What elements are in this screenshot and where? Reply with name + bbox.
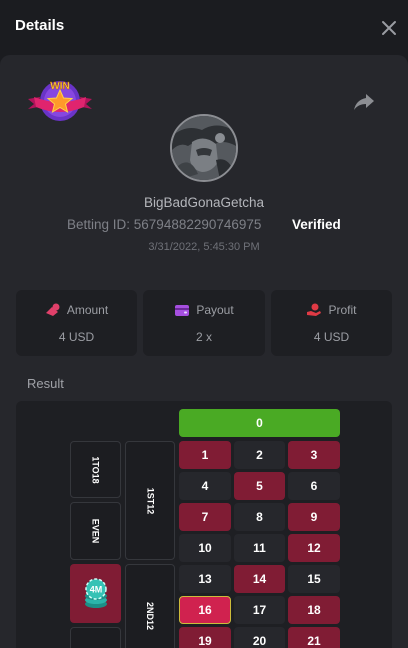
win-badge-icon: WIN xyxy=(26,77,94,125)
number-cell-3: 3 xyxy=(288,441,340,469)
roulette-board: 0 1TO18 EVEN 4M 1ST12 2ND12 1 2 3 4 5 6 7 8 9 10 1… xyxy=(16,401,392,648)
chip-stack-icon: 4M xyxy=(84,577,107,608)
number-cell-16: 16 xyxy=(179,596,231,624)
stat-payout-value: 2 x xyxy=(195,330,212,344)
close-icon[interactable] xyxy=(378,17,400,39)
chip-label: 4M xyxy=(89,584,102,594)
dozen-1st12: 1ST12 xyxy=(125,441,175,560)
number-cell-11: 11 xyxy=(234,534,285,562)
number-cell-4: 4 xyxy=(179,472,231,500)
number-cell-5: 5 xyxy=(234,472,285,500)
bet-timestamp: 3/31/2022, 5:45:30 PM xyxy=(148,241,260,253)
outside-bet-empty xyxy=(70,627,121,648)
stat-profit-value: 4 USD xyxy=(313,330,350,344)
number-cell-8: 8 xyxy=(234,503,285,531)
verified-label: Verified xyxy=(292,217,341,232)
dozen-2nd12: 2ND12 xyxy=(125,564,175,648)
stat-amount-label: Amount xyxy=(66,303,109,317)
number-cell-7: 7 xyxy=(179,503,231,531)
chips-icon xyxy=(45,303,60,316)
details-header: Details xyxy=(0,0,408,55)
betting-id: Betting ID: 56794882290746975 xyxy=(67,217,262,232)
username: BigBadGonaGetcha xyxy=(143,195,265,210)
result-heading: Result xyxy=(27,376,64,391)
outside-bet-1to18-label: 1TO18 xyxy=(90,455,101,484)
dozen-2nd12-label: 2ND12 xyxy=(144,601,155,630)
stat-profit-label: Profit xyxy=(328,303,357,317)
outside-bet-chip-cell: 4M xyxy=(70,564,121,623)
stat-card-amount: Amount 4 USD xyxy=(16,290,137,356)
number-cell-15: 15 xyxy=(288,565,340,593)
number-cell-10: 10 xyxy=(179,534,231,562)
number-cell-13: 13 xyxy=(179,565,231,593)
dozen-1st12-label: 1ST12 xyxy=(145,487,155,514)
number-cell-9: 9 xyxy=(288,503,340,531)
share-icon[interactable] xyxy=(352,91,376,113)
number-cell-0: 0 xyxy=(179,409,340,437)
number-cell-17: 17 xyxy=(234,596,285,624)
stat-card-profit: Profit 4 USD xyxy=(271,290,392,356)
number-cell-18: 18 xyxy=(288,596,340,624)
wallet-icon xyxy=(175,305,190,316)
number-cell-21: 21 xyxy=(288,627,340,648)
header-title: Details xyxy=(15,17,65,34)
number-cell-14: 14 xyxy=(234,565,285,593)
number-cell-2: 2 xyxy=(234,441,285,469)
number-cell-1: 1 xyxy=(179,441,231,469)
avatar[interactable] xyxy=(170,114,238,182)
stat-payout-label: Payout xyxy=(196,303,234,317)
number-cell-12: 12 xyxy=(288,534,340,562)
outside-bet-even-label: EVEN xyxy=(90,518,101,544)
stat-amount-value: 4 USD xyxy=(58,330,95,344)
number-cell-20: 20 xyxy=(234,627,285,648)
hand-coin-icon xyxy=(307,303,322,316)
number-cell-6: 6 xyxy=(288,472,340,500)
stat-card-payout: Payout 2 x xyxy=(143,290,265,356)
outside-bet-1to18: 1TO18 xyxy=(70,441,121,498)
win-badge-text: WIN xyxy=(50,81,69,92)
outside-bet-even: EVEN xyxy=(70,502,121,560)
number-cell-19: 19 xyxy=(179,627,231,648)
